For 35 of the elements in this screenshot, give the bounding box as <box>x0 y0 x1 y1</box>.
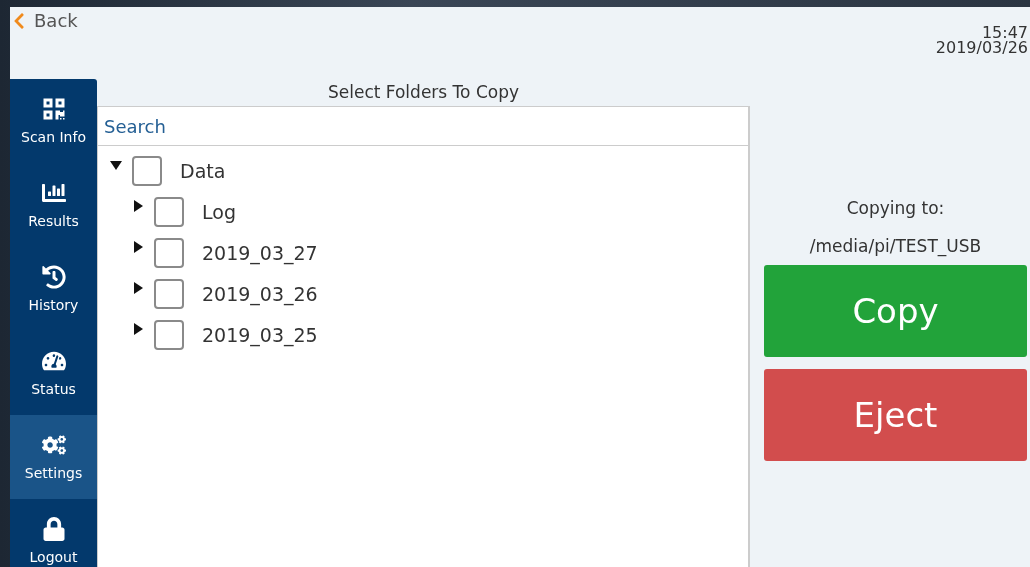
sidebar-item[interactable]: History <box>10 247 97 331</box>
sidebar-item[interactable]: Results <box>10 163 97 247</box>
search-field[interactable]: Search <box>97 106 750 146</box>
sidebar-item[interactable]: Settings <box>10 415 97 499</box>
eject-button[interactable]: Eject <box>764 369 1027 461</box>
copying-to-label: Copying to: <box>845 197 946 220</box>
back-button[interactable]: Back <box>10 7 78 31</box>
folder-name[interactable]: 2019_03_26 <box>202 282 318 305</box>
qr-code-icon <box>41 97 66 121</box>
checkbox[interactable] <box>154 278 184 309</box>
folder-name[interactable]: 2019_03_25 <box>202 323 318 346</box>
collapse-arrow-icon[interactable] <box>110 158 122 171</box>
sidebar-item[interactable]: Status <box>10 331 97 415</box>
expand-arrow-icon[interactable] <box>132 322 144 335</box>
folder-name[interactable]: 2019_03_27 <box>202 241 318 264</box>
checkbox[interactable] <box>132 155 162 186</box>
expand-arrow-icon[interactable] <box>132 281 144 294</box>
gauge-icon <box>41 349 66 373</box>
expand-arrow-icon[interactable] <box>132 240 144 253</box>
sidebar-item[interactable]: Logout <box>10 499 97 567</box>
gears-icon <box>41 433 66 457</box>
expand-arrow-icon[interactable] <box>132 199 144 212</box>
checkbox[interactable] <box>154 237 184 268</box>
checkbox[interactable] <box>154 319 184 350</box>
bar-chart-icon <box>41 181 66 205</box>
history-icon <box>41 265 66 289</box>
clock-date: 2019/03/26 <box>935 40 1028 55</box>
lock-icon <box>41 517 66 541</box>
folder-name[interactable]: Data <box>180 159 226 182</box>
panel-title: Select Folders To Copy <box>326 81 521 104</box>
clock-time: 15:47 <box>981 25 1028 40</box>
checkbox[interactable] <box>154 196 184 227</box>
sidebar-item[interactable]: Scan Info <box>10 79 97 163</box>
destination-path: /media/pi/TEST_USB <box>808 235 983 259</box>
folder-name[interactable]: Log <box>202 200 236 223</box>
